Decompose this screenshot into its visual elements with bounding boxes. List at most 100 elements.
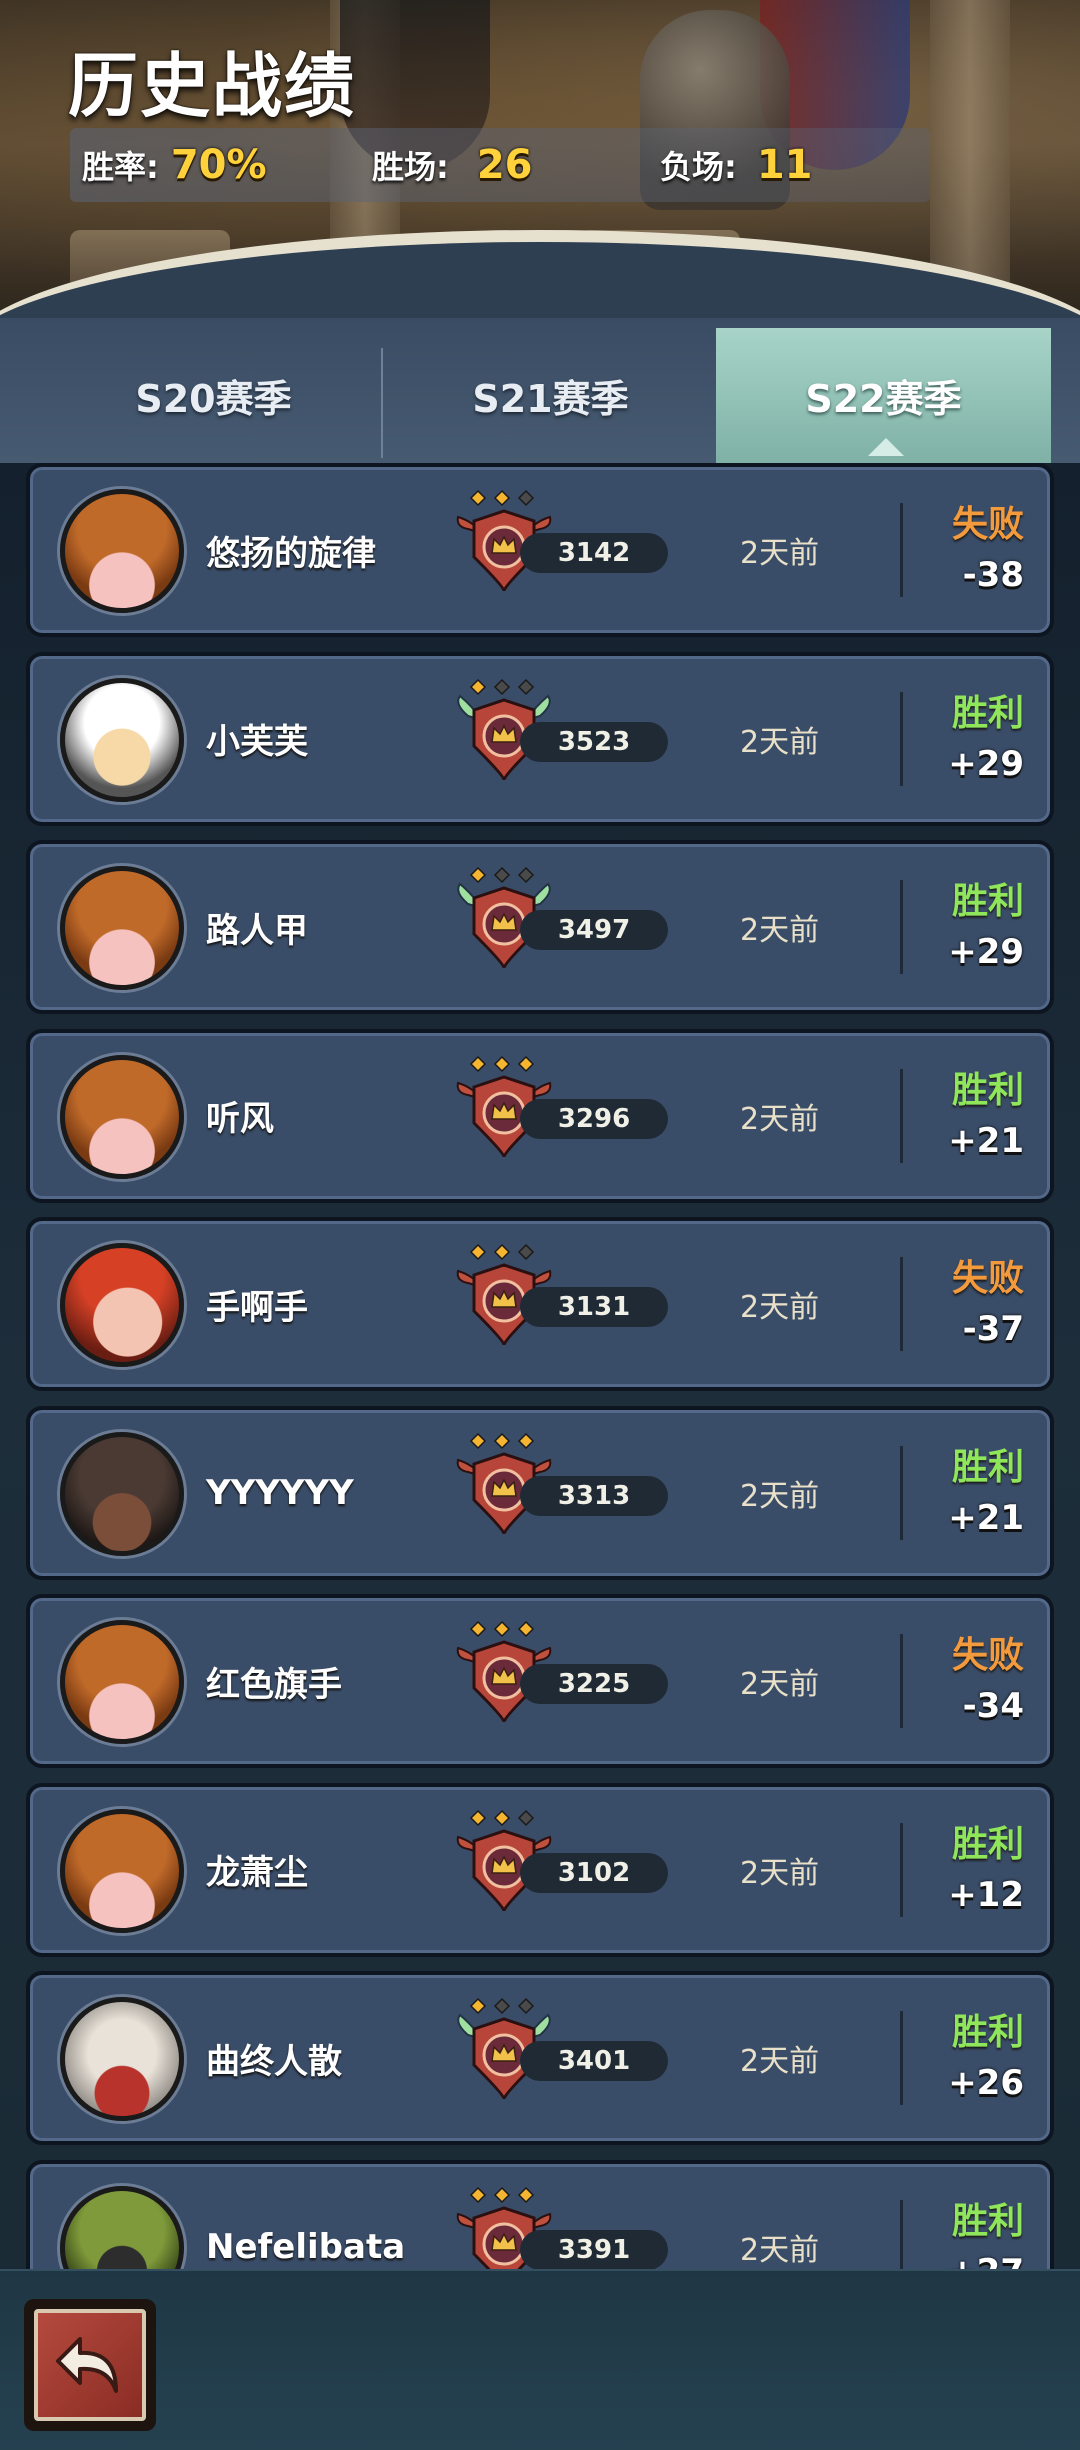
rank-score: 3142: [520, 533, 668, 573]
rank-score: 3313: [520, 1475, 668, 1516]
wins-stat: 胜场: 26: [372, 128, 532, 202]
back-arrow-icon: [56, 2337, 118, 2393]
row-divider: [900, 691, 903, 786]
row-divider: [900, 2199, 903, 2269]
match-result: 失败: [951, 504, 1024, 545]
score-delta: +29: [948, 743, 1024, 784]
leafy-hood-avatar[interactable]: [60, 2185, 184, 2269]
row-divider: [900, 880, 903, 974]
pumpkin-hat-avatar[interactable]: [60, 866, 184, 990]
wins-label: 胜场:: [372, 148, 449, 186]
match-time: 2天前: [740, 1855, 820, 1891]
rank-star-icon: [517, 2186, 535, 2203]
match-row[interactable]: 悠扬的旋律 3142 2天前 失败 -38: [26, 463, 1054, 637]
active-tab-indicator: [868, 438, 904, 456]
pumpkin-hat-avatar[interactable]: [60, 1808, 184, 1933]
match-list[interactable]: 悠扬的旋律 3142 2天前 失败 -38 小芙芙 3523 2天前 胜利 +2…: [0, 463, 1080, 2269]
stats-bar: 胜率: 70% 胜场: 26 负场: 11: [70, 128, 930, 202]
rank-star-icon: [493, 1809, 511, 1826]
match-row[interactable]: 路人甲 3497 2天前 胜利 +29: [26, 840, 1054, 1014]
score-delta: -38: [962, 555, 1024, 595]
match-result: 胜利: [951, 1069, 1024, 1111]
rank-star-icon: [469, 1620, 487, 1638]
footer-bar: [0, 2269, 1080, 2450]
losses-stat: 负场: 11: [660, 128, 812, 202]
score-delta: +21: [948, 1120, 1024, 1161]
rank-star-icon: [517, 489, 535, 507]
score-delta: -34: [962, 1686, 1024, 1726]
row-divider: [900, 2011, 903, 2105]
cowboy-hat-avatar[interactable]: [60, 1431, 184, 1556]
panda-hood-avatar[interactable]: [60, 677, 184, 802]
match-time: 2天前: [740, 2044, 820, 2079]
tab-s21[interactable]: S21赛季: [383, 328, 718, 463]
score-delta: +12: [948, 1874, 1024, 1915]
row-divider: [900, 1634, 903, 1728]
rank-star-icon: [469, 1997, 487, 2015]
player-name: 悠扬的旋律: [206, 533, 376, 574]
player-name: 听风: [206, 1099, 274, 1139]
rank-star-icon: [517, 1055, 535, 1072]
score-delta: -37: [962, 1309, 1024, 1349]
win-rate-label: 胜率:: [82, 148, 159, 186]
match-time: 2天前: [740, 2232, 820, 2268]
back-button-face: [34, 2309, 146, 2421]
rank-star-icon: [469, 1809, 487, 1826]
rank-star-icon: [517, 1432, 535, 1449]
pumpkin-hat-avatar[interactable]: [60, 1620, 184, 1744]
rank-star-icon: [469, 2186, 487, 2203]
rank-star-icon: [493, 866, 511, 884]
match-result: 失败: [951, 1635, 1024, 1676]
match-time: 2天前: [740, 724, 820, 760]
rank-star-icon: [517, 678, 535, 695]
score-delta: +29: [948, 932, 1024, 972]
match-row[interactable]: 龙萧尘 3102 2天前 胜利 +12: [26, 1782, 1054, 1957]
match-row[interactable]: YYYYYY 3313 2天前 胜利 +21: [26, 1405, 1054, 1580]
rank-star-icon: [517, 1243, 535, 1261]
pumpkin-hat-avatar[interactable]: [60, 1054, 184, 1179]
row-divider: [900, 1822, 903, 1917]
match-time: 2天前: [740, 1101, 820, 1137]
player-name: 龙萧尘: [206, 1853, 308, 1893]
match-result: 胜利: [951, 881, 1024, 922]
score-delta: +21: [948, 1497, 1024, 1538]
match-row[interactable]: 红色旗手 3225 2天前 失败 -34: [26, 1594, 1054, 1768]
match-result: 胜利: [951, 2200, 1024, 2242]
row-divider: [900, 1068, 903, 1163]
back-button[interactable]: [24, 2299, 156, 2431]
rank-star-icon: [517, 866, 535, 884]
tab-s20[interactable]: S20赛季: [46, 328, 381, 463]
win-rate-stat: 胜率: 70%: [82, 128, 267, 202]
granny-avatar[interactable]: [60, 1997, 184, 2121]
match-row[interactable]: Nefelibata 3391 2天前 胜利 +27: [26, 2159, 1054, 2270]
pumpkin-hat-avatar[interactable]: [60, 489, 184, 613]
player-name: Nefelibata: [206, 2226, 406, 2267]
losses-value: 11: [756, 142, 813, 188]
match-time: 2天前: [740, 1478, 820, 1514]
rank-star-icon: [493, 1055, 511, 1072]
rank-star-icon: [493, 1243, 511, 1261]
season-tabs: S20赛季 S21赛季 S22赛季: [0, 318, 1080, 463]
rank-star-icon: [469, 1243, 487, 1261]
score-delta: +26: [948, 2063, 1024, 2103]
rank-star-icon: [469, 1055, 487, 1072]
rank-score: 3225: [520, 1664, 668, 1704]
match-time: 2天前: [740, 536, 820, 571]
match-row[interactable]: 手啊手 3131 2天前 失败 -37: [26, 1217, 1054, 1391]
player-name: YYYYYY: [206, 1472, 354, 1513]
match-row[interactable]: 听风 3296 2天前 胜利 +21: [26, 1028, 1054, 1203]
match-result: 胜利: [951, 1446, 1024, 1488]
rank-star-icon: [493, 1997, 511, 2015]
rank-star-icon: [517, 1997, 535, 2015]
row-divider: [900, 503, 903, 597]
match-row[interactable]: 小芙芙 3523 2天前 胜利 +29: [26, 651, 1054, 826]
losses-label: 负场:: [660, 148, 737, 186]
match-result: 胜利: [951, 1823, 1024, 1865]
strawberry-hat-avatar[interactable]: [60, 1243, 184, 1367]
rank-score: 3401: [520, 2041, 668, 2081]
player-name: 曲终人散: [206, 2041, 342, 2082]
match-row[interactable]: 曲终人散 3401 2天前 胜利 +26: [26, 1971, 1054, 2145]
page-title: 历史战绩: [68, 45, 356, 127]
wins-value: 26: [476, 142, 533, 188]
score-delta: +27: [948, 2252, 1024, 2270]
